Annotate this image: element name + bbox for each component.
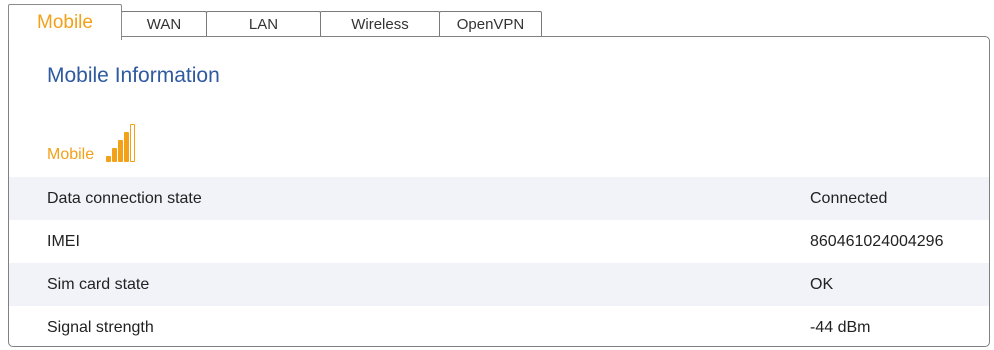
tab-wireless[interactable]: Wireless [320, 11, 440, 37]
info-table: Data connection state Connected IMEI 860… [9, 177, 989, 349]
signal-bar [112, 148, 118, 162]
mobile-subheader: Mobile [47, 124, 146, 164]
tab-wan[interactable]: WAN [121, 11, 207, 37]
row-value: 860461024004296 [810, 232, 944, 250]
mobile-label: Mobile [47, 146, 95, 163]
signal-bar [106, 156, 112, 162]
tab-lan[interactable]: LAN [206, 11, 321, 37]
mobile-information-panel: Mobile Information Mobile Data connectio… [8, 36, 990, 347]
signal-bar [130, 124, 136, 162]
signal-bars-icon [106, 124, 146, 164]
row-value: -44 dBm [810, 318, 871, 336]
tab-bar: Mobile WAN LAN Wireless OpenVPN [0, 0, 994, 40]
row-value: OK [810, 275, 834, 293]
signal-bar [118, 140, 124, 162]
tab-mobile[interactable]: Mobile [8, 4, 122, 40]
row-label: Sim card state [47, 275, 150, 293]
tab-openvpn[interactable]: OpenVPN [439, 11, 542, 37]
table-row: Data connection state Connected [9, 177, 989, 220]
table-row: Signal strength -44 dBm [9, 306, 989, 349]
row-label: Signal strength [47, 318, 154, 336]
table-row: Sim card state OK [9, 263, 989, 306]
section-title: Mobile Information [47, 64, 220, 87]
row-label: Data connection state [47, 189, 202, 207]
table-row: IMEI 860461024004296 [9, 220, 989, 263]
row-value: Connected [810, 189, 888, 207]
row-label: IMEI [47, 232, 80, 250]
signal-bar [124, 132, 130, 162]
